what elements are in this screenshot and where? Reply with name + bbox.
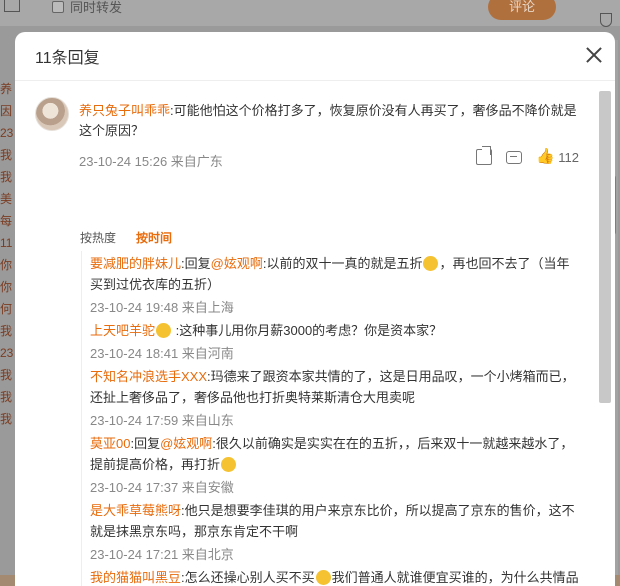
share-icon[interactable]	[476, 146, 493, 165]
dialog-body[interactable]: 养只兔子叫乖乖:可能他怕这个价格打多了，恢复原价没有人再买了，奢侈品不降价就是这…	[15, 80, 615, 586]
background-feed-fragment: 我	[0, 170, 13, 184]
avatar[interactable]	[35, 97, 69, 131]
background-feed-column: 养因 23 我我美每 11 你你何我 23 我我我	[0, 78, 14, 430]
background-feed-fragment: 美	[0, 192, 13, 206]
reply-item: 不知名冲浪选手XXX:玛德来了跟资本家共情的了，这是日用品叹，一个小烤箱而已，还…	[90, 366, 581, 431]
reply-text: 莫亚00:回复@妶观啊:很久以前确实是实实在在的五折，，后来双十一就越来越水了，…	[90, 433, 581, 475]
dialog-title: 11条回复	[35, 50, 100, 67]
dialog-header: 11条回复	[15, 32, 615, 80]
reply-username[interactable]: 不知名冲浪选手XXX	[90, 369, 207, 384]
repost-checkbox-label: 同时转发	[70, 0, 123, 15]
dialog-scrollbar[interactable]	[599, 91, 611, 586]
background-feed-fragment: 何	[0, 302, 13, 316]
emoji-icon	[221, 457, 237, 472]
background-feed-fragment: 我	[0, 368, 13, 382]
reply-list: 要减肥的胖妹儿:回复@妶观啊:以前的双十一真的就是五折 ，再也回不去了（当年买到过…	[81, 251, 581, 586]
background-feed-fragment: 我	[0, 390, 13, 404]
reply-item: 是大乖草莓熊呀:他只是想要李佳琪的用户来京东比价，所以提高了京东的售价，这不就是…	[90, 500, 581, 565]
like-count: 112	[558, 149, 579, 165]
root-username[interactable]: 养只兔子叫乖乖	[79, 103, 170, 118]
reply-item: 要减肥的胖妹儿:回复@妶观啊:以前的双十一真的就是五折 ，再也回不去了（当年买到过…	[90, 253, 581, 318]
sort-tabs: 按热度 按时间	[80, 229, 172, 246]
reply-body: :回复	[130, 436, 161, 451]
reply-body: :怎么还操心别人买不买	[181, 570, 315, 585]
background-feed-fragment: 23	[0, 346, 14, 360]
reply-body: :以前的双十一真的就是五折	[262, 256, 423, 271]
reply-text: 要减肥的胖妹儿:回复@妶观啊:以前的双十一真的就是五折 ，再也回不去了（当年买到过…	[90, 253, 581, 295]
background-feed-fragment: 因	[0, 104, 13, 118]
reply-item: 上天吧羊驼 :这种事儿用你月薪3000的考虑？你是资本家？ 23-10-24 18…	[90, 320, 581, 364]
reply-body: :回复	[181, 256, 211, 271]
root-comment-actions: 👍 112	[476, 146, 579, 165]
dialog-scrollbar-thumb[interactable]	[599, 91, 611, 403]
shield-icon	[600, 13, 612, 27]
background-feed-fragment: 养	[0, 82, 13, 96]
reply-time: 23-10-24 17:37 来自安徽	[90, 480, 234, 495]
emoji-icon	[315, 570, 331, 585]
reply-body: :这种事儿用你月薪3000的考虑？你是资本家？	[175, 323, 443, 338]
root-comment-meta: 23-10-24 15:26 来自广东 👍 112	[79, 146, 579, 169]
background-feed-fragment: 我	[0, 324, 13, 338]
close-icon[interactable]	[585, 46, 603, 64]
reply-mention[interactable]: @妶观啊	[211, 256, 263, 271]
like-icon[interactable]: 👍	[536, 149, 555, 165]
reply-item: 我的猫猫叫黑豆:怎么还操心别人买不买我们普通人就谁便宜买谁的，为什么共情品牌和平…	[90, 567, 581, 586]
tab-sort-time[interactable]: 按时间	[136, 229, 172, 246]
replies-dialog: 11条回复 养只兔子叫乖乖:可能他怕这个价格打多了，恢复原价没有人再买了，奢侈品…	[15, 32, 615, 586]
background-feed-fragment: 你	[0, 280, 13, 294]
reply-text: 是大乖草莓熊呀:他只是想要李佳琪的用户来京东比价，所以提高了京东的售价，这不就是…	[90, 500, 581, 542]
background-feed-fragment: 我	[0, 412, 13, 426]
background-feed-fragment: 你	[0, 258, 13, 272]
repost-checkbox[interactable]: 同时转发	[52, 0, 122, 16]
image-icon	[4, 0, 20, 12]
background-feed-fragment: 23	[0, 126, 14, 140]
reply-text: 上天吧羊驼 :这种事儿用你月薪3000的考虑？你是资本家？	[90, 320, 581, 341]
reply-time: 23-10-24 17:59 来自山东	[90, 413, 234, 428]
reply-time: 23-10-24 17:21 来自北京	[90, 547, 234, 562]
comment-icon[interactable]	[506, 150, 523, 164]
reply-mention[interactable]: @妶观啊	[160, 436, 212, 451]
emoji-icon	[156, 323, 172, 338]
background-feed-fragment: 我	[0, 148, 13, 162]
comment-submit-button[interactable]: 评论	[488, 0, 556, 20]
reply-item: 莫亚00:回复@妶观啊:很久以前确实是实实在在的五折，，后来双十一就越来越水了，…	[90, 433, 581, 498]
tab-sort-hot[interactable]: 按热度	[80, 229, 116, 246]
reply-text: 不知名冲浪选手XXX:玛德来了跟资本家共情的了，这是日用品叹，一个小烤箱而已，还…	[90, 366, 581, 408]
reply-time: 23-10-24 18:41 来自河南	[90, 346, 234, 361]
reply-username[interactable]: 是大乖草莓熊呀	[90, 503, 181, 518]
reply-username[interactable]: 我的猫猫叫黑豆	[90, 570, 181, 585]
reply-username[interactable]: 要减肥的胖妹儿	[90, 256, 181, 271]
reply-username[interactable]: 莫亚00	[90, 436, 130, 451]
reply-time: 23-10-24 19:48 来自上海	[90, 300, 234, 315]
background-toolbar: 同时转发 评论	[0, 0, 620, 27]
emoji-icon	[423, 256, 439, 271]
background-feed-fragment: 每	[0, 214, 13, 228]
reply-username[interactable]: 上天吧羊驼	[90, 323, 155, 338]
root-comment-time: 23-10-24 15:26 来自广东	[79, 154, 223, 169]
background-feed-fragment: 11	[0, 236, 13, 250]
root-comment-text: 养只兔子叫乖乖:可能他怕这个价格打多了，恢复原价没有人再买了，奢侈品不降价就是这…	[79, 101, 579, 141]
checkbox-box[interactable]	[52, 0, 64, 13]
reply-text: 我的猫猫叫黑豆:怎么还操心别人买不买我们普通人就谁便宜买谁的，为什么共情品牌和平…	[90, 567, 581, 586]
